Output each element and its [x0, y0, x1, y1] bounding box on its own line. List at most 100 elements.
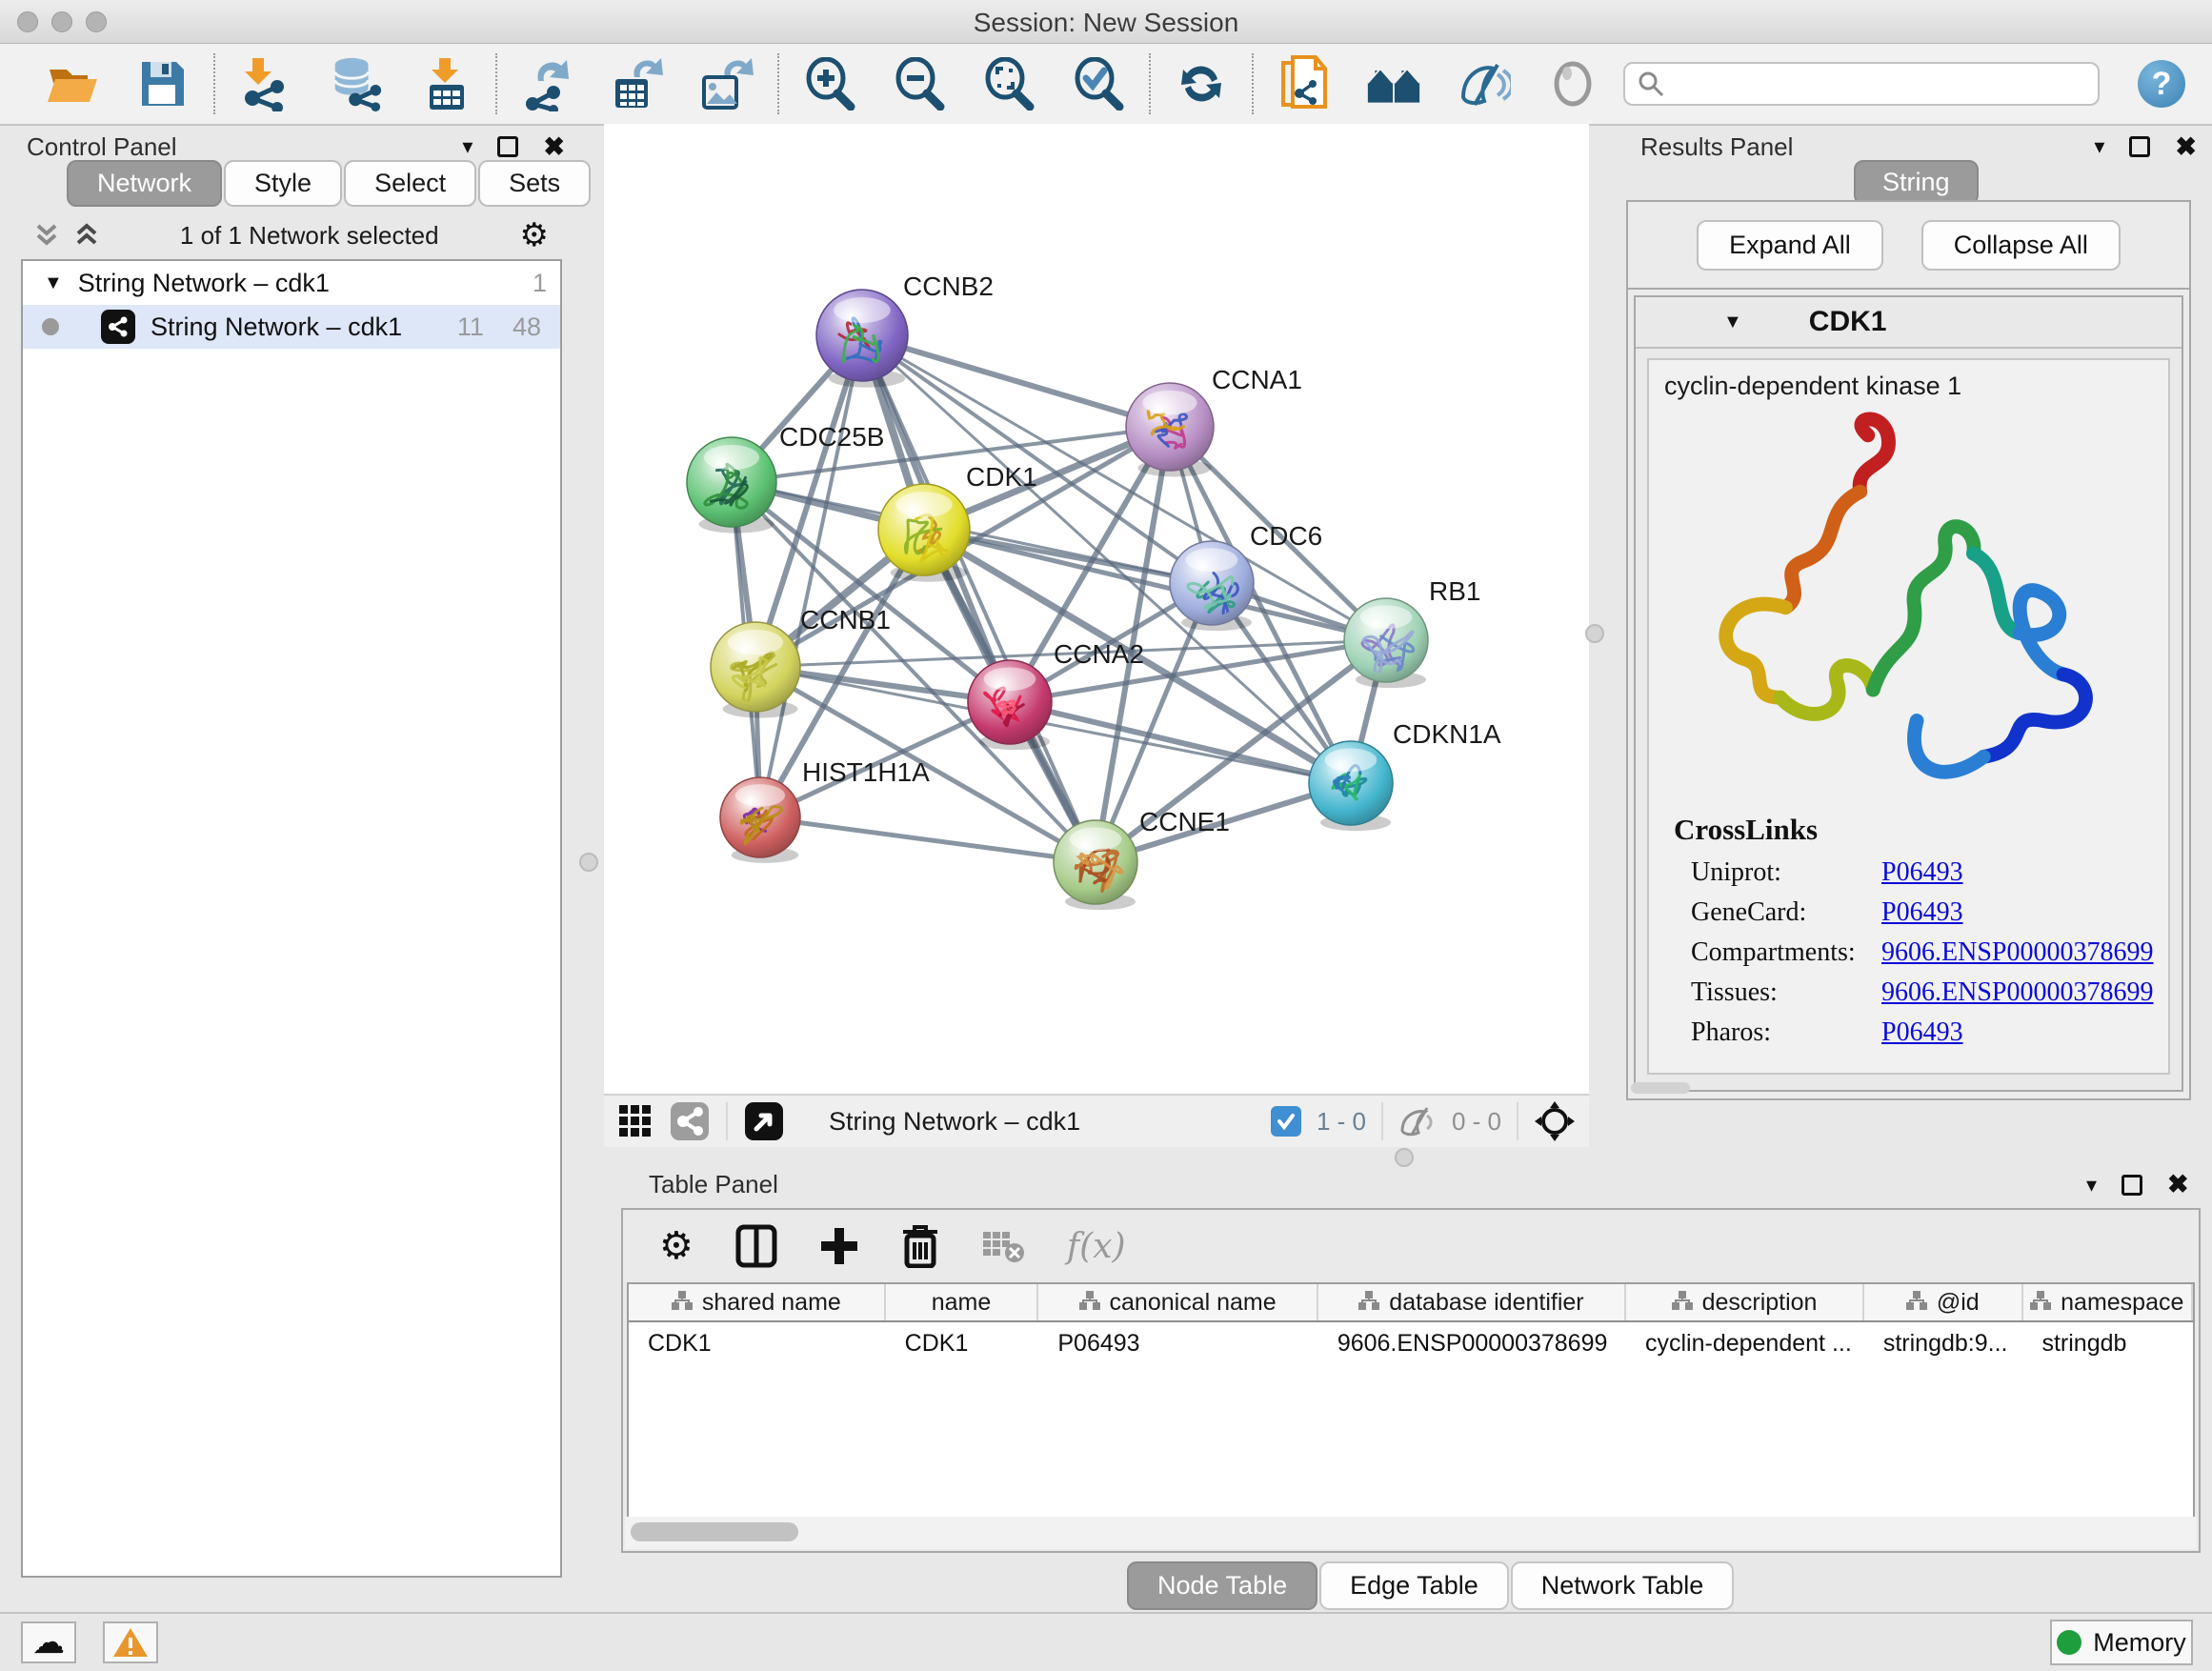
table-hscrollbar[interactable] [625, 1517, 2197, 1549]
delete-table-icon[interactable] [981, 1228, 1025, 1264]
export-network-button[interactable] [520, 56, 575, 111]
collapse-all-button[interactable]: Collapse All [1921, 220, 2121, 271]
network-node-CDK1[interactable] [878, 484, 970, 582]
hidden-eye-slash-icon[interactable] [1398, 1106, 1437, 1137]
right-splitter-handle[interactable] [1585, 624, 1604, 643]
network-overview-icon[interactable] [671, 1102, 709, 1140]
node-table[interactable]: shared namenamecanonical namedatabase id… [627, 1282, 2195, 1524]
table-hscrollbar-thumb[interactable] [631, 1522, 798, 1541]
column-header-name[interactable]: name [886, 1284, 1039, 1320]
glass-effect-button[interactable] [1545, 56, 1600, 111]
column-header-shared-name[interactable]: shared name [629, 1284, 886, 1320]
string-home-button[interactable] [1366, 56, 1421, 111]
zoom-fit-button[interactable] [981, 56, 1036, 111]
zoom-selected-button[interactable] [1071, 56, 1126, 111]
collapse-all-icon[interactable] [34, 222, 59, 249]
column-header-namespace[interactable]: namespace [2023, 1284, 2193, 1320]
zoom-out-button[interactable] [892, 56, 947, 111]
network-node-HIST1H1A[interactable] [720, 777, 800, 863]
tab-node-table[interactable]: Node Table [1127, 1561, 1317, 1610]
left-splitter-handle[interactable] [579, 853, 598, 872]
results-panel-close-icon[interactable]: ✖ [2175, 132, 2197, 162]
expand-all-button[interactable]: Expand All [1697, 220, 1883, 271]
memory-button[interactable]: Memory [2050, 1620, 2193, 1665]
help-button[interactable]: ? [2138, 60, 2185, 108]
warnings-button[interactable] [103, 1621, 158, 1663]
network-node-CCNB1[interactable] [711, 622, 800, 718]
table-cell[interactable]: cyclin-dependent ... [1626, 1322, 1864, 1364]
tab-network-table[interactable]: Network Table [1511, 1561, 1735, 1610]
network-collection-row[interactable]: ▼ String Network – cdk1 1 [23, 261, 560, 305]
network-row[interactable]: String Network – cdk1 11 48 [23, 305, 560, 349]
crosslink-link[interactable]: 9606.ENSP00000378699 [1881, 977, 2153, 1008]
show-columns-icon[interactable] [735, 1224, 777, 1268]
gene-section-header[interactable]: ▼ CDK1 [1636, 297, 2182, 349]
table-cell[interactable]: P06493 [1038, 1322, 1317, 1364]
table-panel-maximize-icon[interactable] [2122, 1175, 2142, 1196]
import-network-database-button[interactable] [328, 56, 383, 111]
function-builder-icon[interactable]: f(x) [1067, 1227, 1126, 1266]
network-node-CCNE1[interactable] [1054, 820, 1137, 910]
control-panel-maximize-icon[interactable] [497, 136, 518, 157]
table-row[interactable]: CDK1CDK1P064939606.ENSP00000378699cyclin… [629, 1322, 2193, 1364]
column-header-canonical-name[interactable]: canonical name [1038, 1284, 1318, 1320]
tab-network[interactable]: Network [67, 160, 222, 207]
table-cell[interactable]: stringdb:9... [1864, 1322, 2023, 1364]
results-panel-hscrollbar[interactable] [1631, 1082, 1690, 1094]
table-cell[interactable]: 9606.ENSP00000378699 [1318, 1322, 1626, 1364]
tab-sets[interactable]: Sets [478, 160, 591, 207]
save-session-button[interactable] [135, 56, 191, 111]
network-node-RB1[interactable] [1344, 598, 1428, 688]
network-node-CCNA1[interactable] [1126, 383, 1214, 476]
tab-edge-table[interactable]: Edge Table [1319, 1561, 1509, 1610]
gene-expander-icon[interactable]: ▼ [1723, 312, 1742, 333]
open-session-button[interactable] [46, 56, 101, 111]
refresh-layout-button[interactable] [1174, 56, 1229, 111]
export-table-button[interactable] [610, 56, 665, 111]
network-options-gear-icon[interactable]: ⚙ [520, 219, 549, 252]
delete-column-icon[interactable] [901, 1224, 939, 1268]
zoom-in-button[interactable] [802, 56, 857, 111]
network-node-CDKN1A[interactable] [1309, 741, 1393, 831]
network-node-CDC25B[interactable] [687, 437, 776, 534]
table-cell[interactable]: CDK1 [886, 1322, 1039, 1364]
crosslink-link[interactable]: P06493 [1881, 857, 1963, 888]
table-panel-close-icon[interactable]: ✖ [2167, 1170, 2189, 1199]
crosslink-link[interactable]: P06493 [1881, 1017, 1963, 1048]
table-options-gear-icon[interactable]: ⚙ [659, 1227, 694, 1265]
import-table-button[interactable] [417, 56, 473, 111]
results-panel-maximize-icon[interactable] [2129, 136, 2150, 157]
search-box[interactable] [1623, 62, 2100, 106]
import-network-file-button[interactable] [238, 56, 293, 111]
birds-eye-toggle-icon[interactable] [1534, 1100, 1576, 1142]
column-header-id[interactable]: @id [1864, 1284, 2023, 1320]
tab-select[interactable]: Select [344, 160, 476, 207]
column-header-database-identifier[interactable]: database identifier [1318, 1284, 1626, 1320]
table-cell[interactable]: CDK1 [629, 1322, 886, 1364]
edge-CCNA2-CDKN1A[interactable] [1010, 702, 1351, 783]
selected-checkbox[interactable] [1271, 1106, 1301, 1137]
search-input[interactable] [1665, 70, 2084, 99]
cloud-status-button[interactable]: ☁ [21, 1621, 76, 1663]
edge-CCNB2-HIST1H1A[interactable] [760, 335, 862, 817]
grid-mode-icon[interactable] [617, 1103, 654, 1139]
edge-CCNB2-CCNA1[interactable] [862, 335, 1170, 427]
crosslink-link[interactable]: 9606.ENSP00000378699 [1881, 937, 2153, 968]
network-node-CCNA2[interactable] [968, 660, 1052, 750]
column-header-description[interactable]: description [1626, 1284, 1864, 1320]
network-node-CDC6[interactable] [1170, 541, 1254, 631]
tab-string[interactable]: String [1854, 160, 1979, 205]
crosslink-link[interactable]: P06493 [1881, 897, 1963, 928]
table-panel-float-icon[interactable]: ▾ [2086, 1173, 2097, 1198]
control-panel-float-icon[interactable]: ▾ [462, 134, 473, 159]
expand-all-icon[interactable] [74, 222, 99, 249]
enhanced-labels-button[interactable] [1456, 56, 1511, 111]
table-cell[interactable]: stringdb [2022, 1322, 2193, 1364]
tab-style[interactable]: Style [224, 160, 342, 207]
results-panel-float-icon[interactable]: ▾ [2094, 134, 2104, 159]
new-window-icon[interactable] [745, 1102, 783, 1140]
bottom-splitter-handle[interactable] [1395, 1148, 1414, 1167]
edge-HIST1H1A-CCNE1[interactable] [760, 817, 1096, 862]
control-panel-close-icon[interactable]: ✖ [543, 132, 565, 162]
string-document-button[interactable] [1277, 56, 1332, 111]
